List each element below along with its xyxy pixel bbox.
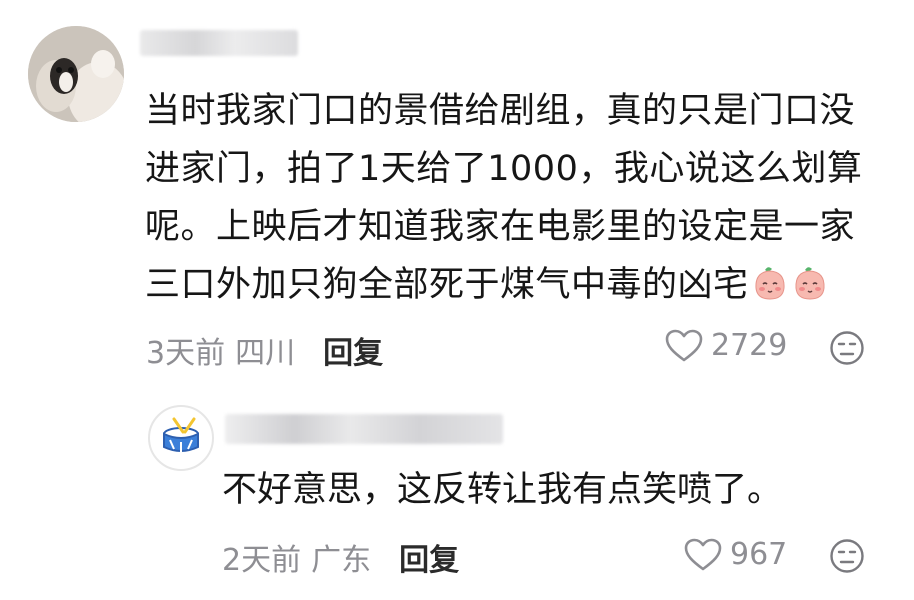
reply-text: 不好意思，这反转让我有点笑喷了。 bbox=[222, 470, 783, 510]
drum-icon bbox=[163, 417, 199, 452]
comment-text: 当时我家门口的景借给剧组，真的只是门口没 进家门，拍了1天给了1000，我心说这… bbox=[145, 82, 885, 320]
unhappy-face-icon bbox=[830, 331, 864, 365]
heart-icon bbox=[665, 329, 703, 361]
comment-line-text: 三口外加只狗全部死于煤气中毒的凶宅 bbox=[145, 265, 749, 305]
reply-meta: 2天前 广东 回复 bbox=[222, 535, 459, 579]
comment-location: 四川 bbox=[235, 336, 296, 371]
like-button[interactable]: 2729 bbox=[665, 328, 787, 363]
comment-line: 呢。上映后才知道我家在电影里的设定是一家 bbox=[145, 207, 856, 247]
reply-button[interactable]: 回复 bbox=[323, 328, 383, 372]
dog-avatar-image bbox=[28, 26, 124, 122]
reply-time: 2天前 bbox=[222, 543, 302, 578]
reply-dislike-button[interactable] bbox=[829, 538, 865, 578]
heart-icon bbox=[684, 538, 722, 570]
reply-username-blurred[interactable] bbox=[225, 414, 503, 444]
reply-reply-button[interactable]: 回复 bbox=[399, 535, 459, 579]
comment-line: 三口外加只狗全部死于煤气中毒的凶宅 bbox=[145, 256, 885, 320]
unhappy-face-icon bbox=[830, 539, 864, 573]
username-blurred[interactable] bbox=[140, 30, 298, 56]
comment-line: 当时我家门口的景借给剧组，真的只是门口没 bbox=[145, 91, 856, 131]
blushing-peach-emoji-icon bbox=[751, 262, 789, 320]
like-count: 2729 bbox=[711, 328, 788, 363]
avatar[interactable] bbox=[28, 26, 124, 122]
reply-avatar[interactable] bbox=[148, 405, 214, 471]
reply-like-count: 967 bbox=[730, 537, 788, 572]
comment-meta: 3天前 四川 回复 bbox=[146, 328, 383, 372]
dislike-button[interactable] bbox=[829, 330, 865, 370]
blushing-peach-emoji-icon bbox=[791, 262, 829, 320]
reply-location: 广东 bbox=[311, 543, 372, 578]
comment-line: 进家门，拍了1天给了1000，我心说这么划算 bbox=[145, 149, 863, 189]
reply-like-button[interactable]: 967 bbox=[684, 537, 787, 572]
comment-time: 3天前 bbox=[146, 336, 226, 371]
